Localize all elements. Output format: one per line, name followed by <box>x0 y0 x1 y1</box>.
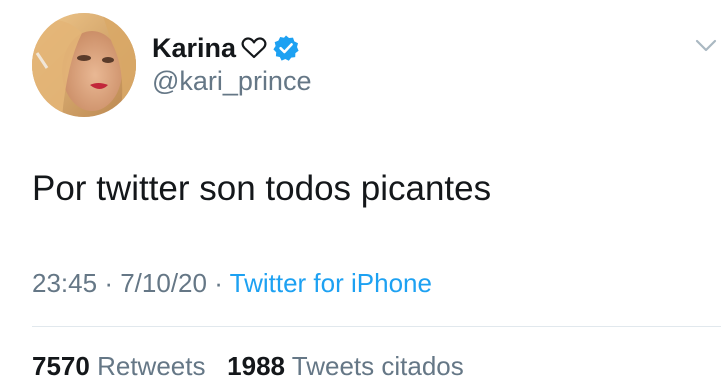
author-name-row: Karina <box>152 30 300 66</box>
heart-icon <box>241 36 267 60</box>
avatar[interactable] <box>32 13 136 117</box>
quotes-label: Tweets citados <box>291 351 464 381</box>
tweet-meta: 23:45 · 7/10/20 · Twitter for iPhone <box>32 269 432 298</box>
display-name[interactable]: Karina <box>152 34 236 62</box>
tweet-source-link[interactable]: Twitter for iPhone <box>230 268 432 298</box>
retweets-count: 7570 <box>32 351 90 381</box>
meta-separator: · <box>104 268 113 298</box>
tweet-date[interactable]: 7/10/20 <box>120 268 207 298</box>
meta-separator: · <box>214 268 223 298</box>
tweet-card: Karina @kari_prince Por twitter son todo… <box>0 0 721 391</box>
divider <box>32 326 721 327</box>
tweet-time[interactable]: 23:45 <box>32 268 97 298</box>
retweets-label: Retweets <box>97 351 206 381</box>
quotes-count: 1988 <box>227 351 285 381</box>
avatar-image <box>32 13 136 117</box>
verified-icon <box>272 34 300 62</box>
tweet-text: Por twitter son todos picantes <box>32 169 492 208</box>
retweets-stat[interactable]: 7570 Retweets <box>32 351 213 381</box>
user-handle[interactable]: @kari_prince <box>152 68 311 95</box>
quotes-stat[interactable]: 1988 Tweets citados <box>227 351 464 381</box>
tweet-stats: 7570 Retweets 1988 Tweets citados <box>32 352 464 381</box>
chevron-down-icon[interactable] <box>690 32 721 60</box>
